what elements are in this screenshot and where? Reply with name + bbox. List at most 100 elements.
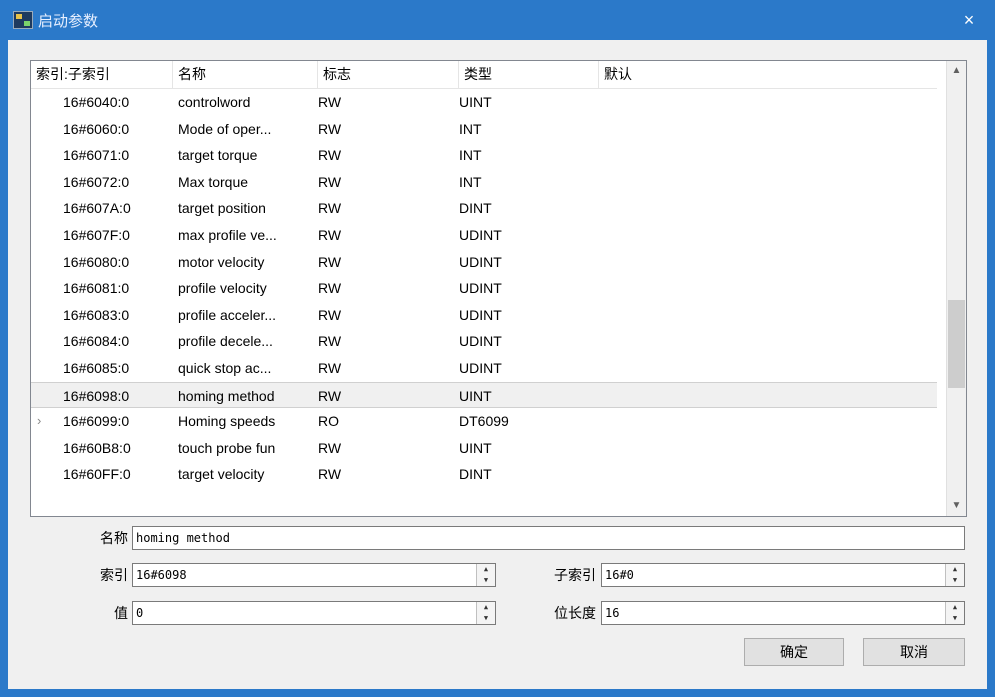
column-header-type[interactable]: 类型	[459, 61, 599, 89]
table-row[interactable]: 16#60B8:0 touch probe fun RW UINT	[31, 435, 937, 462]
cell-index: 16#6084:0	[63, 333, 130, 350]
cell-name: target torque	[178, 147, 258, 164]
expand-chevron-icon[interactable]: ›	[37, 408, 41, 434]
cell-index: 16#607F:0	[63, 226, 130, 243]
value-field[interactable]: 0 ▲ ▼	[132, 601, 496, 625]
cell-index: 16#6060:0	[63, 120, 130, 137]
table-header: 索引:子索引 名称 标志 类型 默认	[31, 61, 937, 89]
cell-flag: RW	[318, 253, 342, 270]
window-title: 启动参数	[38, 13, 99, 30]
cancel-button[interactable]: 取消	[863, 638, 965, 666]
cell-type: UDINT	[459, 226, 502, 243]
ok-button[interactable]: 确定	[744, 638, 844, 666]
cell-index: 16#6081:0	[63, 280, 130, 297]
value-value: 0	[136, 606, 144, 620]
spin-up-icon[interactable]: ▲	[946, 564, 964, 575]
table-row[interactable]: 16#6060:0 Mode of oper... RW INT	[31, 116, 937, 143]
table-row[interactable]: 16#6080:0 motor velocity RW UDINT	[31, 249, 937, 276]
subindex-field[interactable]: 16#0 ▲ ▼	[601, 563, 965, 587]
cell-flag: RW	[318, 306, 342, 323]
spin-up-icon[interactable]: ▲	[946, 602, 964, 613]
cell-type: UDINT	[459, 306, 502, 323]
cell-type: UDINT	[459, 333, 502, 350]
subindex-spinner[interactable]: ▲ ▼	[945, 564, 964, 586]
table-row[interactable]: 16#6083:0 profile acceler... RW UDINT	[31, 302, 937, 329]
table-row[interactable]: 16#607F:0 max profile ve... RW UDINT	[31, 222, 937, 249]
bitlen-label: 位长度	[554, 605, 596, 621]
cell-index: 16#6072:0	[63, 173, 130, 190]
cell-name: max profile ve...	[178, 226, 277, 243]
cell-name: Mode of oper...	[178, 120, 272, 137]
table-body: 16#6040:0 controlword RW UINT 16#6060:0 Mode …	[31, 89, 937, 488]
spin-down-icon[interactable]: ▼	[477, 613, 495, 624]
bitlen-spinner[interactable]: ▲ ▼	[945, 602, 964, 624]
cell-type: UDINT	[459, 253, 502, 270]
index-label: 索引	[100, 567, 128, 583]
value-spinner[interactable]: ▲ ▼	[476, 602, 495, 624]
cell-name: profile acceler...	[178, 306, 277, 323]
cell-index: 16#6098:0	[63, 387, 130, 404]
table-row[interactable]: 16#60FF:0 target velocity RW DINT	[31, 461, 937, 488]
table-row[interactable]: 16#6071:0 target torque RW INT	[31, 142, 937, 169]
value-label: 值	[114, 605, 128, 621]
cell-index: 16#6085:0	[63, 359, 130, 376]
column-header-index[interactable]: 索引:子索引	[31, 61, 173, 89]
table-row[interactable]: › 16#6099:0 Homing speeds RO DT6099	[31, 408, 937, 435]
scroll-down-icon[interactable]: ▼	[947, 496, 966, 516]
title-bar: 启动参数 ×	[0, 0, 995, 40]
cell-name: homing method	[178, 387, 275, 404]
close-button[interactable]: ×	[955, 6, 983, 34]
cell-flag: RW	[318, 120, 342, 137]
parameter-table: 索引:子索引 名称 标志 类型 默认 16#6040:0 controlword R…	[30, 60, 967, 517]
vertical-scrollbar[interactable]: ▲ ▼	[946, 61, 966, 516]
bitlen-value: 16	[605, 606, 620, 620]
cell-index: 16#60B8:0	[63, 439, 131, 456]
spin-down-icon[interactable]: ▼	[946, 613, 964, 624]
cell-name: profile velocity	[178, 280, 267, 297]
table-row[interactable]: 16#6084:0 profile decele... RW UDINT	[31, 328, 937, 355]
cell-type: DT6099	[459, 413, 509, 430]
cell-name: controlword	[178, 94, 251, 110]
app-icon	[13, 11, 33, 29]
dialog-body: 索引:子索引 名称 标志 类型 默认 16#6040:0 controlword R…	[8, 40, 987, 689]
cell-flag: RO	[318, 413, 339, 430]
table-row[interactable]: 16#607A:0 target position RW DINT	[31, 195, 937, 222]
column-header-flag[interactable]: 标志	[318, 61, 459, 89]
cell-flag: RW	[318, 94, 342, 110]
cell-type: UDINT	[459, 359, 502, 376]
cell-index: 16#6099:0	[63, 413, 130, 430]
subindex-value: 16#0	[605, 568, 634, 582]
cell-type: UDINT	[459, 280, 502, 297]
scroll-up-icon[interactable]: ▲	[947, 61, 966, 81]
bitlen-field[interactable]: 16 ▲ ▼	[601, 601, 965, 625]
cell-name: Max torque	[178, 173, 249, 190]
cell-flag: RW	[318, 280, 342, 297]
cell-type: UINT	[459, 387, 492, 404]
cell-type: INT	[459, 173, 482, 190]
spin-down-icon[interactable]: ▼	[946, 575, 964, 586]
cell-name: motor velocity	[178, 253, 265, 270]
cell-name: profile decele...	[178, 333, 273, 350]
cell-type: UINT	[459, 439, 492, 456]
table-row[interactable]: 16#6098:0 homing method RW UINT	[31, 381, 937, 409]
spin-up-icon[interactable]: ▲	[477, 564, 495, 575]
cell-flag: RW	[318, 387, 342, 404]
table-row[interactable]: 16#6085:0 quick stop ac... RW UDINT	[31, 355, 937, 382]
table-row[interactable]: 16#6040:0 controlword RW UINT	[31, 89, 937, 116]
cell-flag: RW	[318, 359, 342, 376]
subindex-label: 子索引	[554, 567, 596, 583]
spin-down-icon[interactable]: ▼	[477, 575, 495, 586]
cell-type: INT	[459, 120, 482, 137]
column-header-default[interactable]: 默认	[599, 61, 937, 89]
index-spinner[interactable]: ▲ ▼	[476, 564, 495, 586]
index-field[interactable]: 16#6098 ▲ ▼	[132, 563, 496, 587]
cell-name: quick stop ac...	[178, 359, 272, 376]
table-row[interactable]: 16#6072:0 Max torque RW INT	[31, 169, 937, 196]
column-header-name[interactable]: 名称	[173, 61, 318, 89]
spin-up-icon[interactable]: ▲	[477, 602, 495, 613]
cell-name: target velocity	[178, 466, 265, 483]
table-row[interactable]: 16#6081:0 profile velocity RW UDINT	[31, 275, 937, 302]
scroll-thumb[interactable]	[948, 300, 965, 389]
cell-flag: RW	[318, 226, 342, 243]
name-field[interactable]: homing method	[132, 526, 965, 550]
